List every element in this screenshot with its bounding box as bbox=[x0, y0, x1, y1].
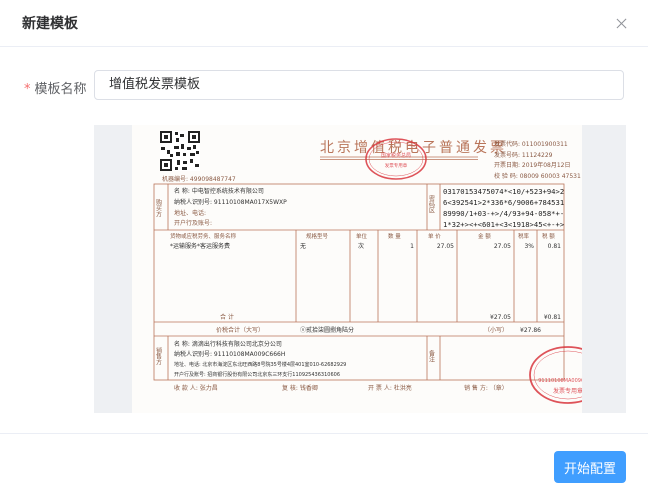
template-name-label-text: 模板名称 bbox=[34, 82, 87, 97]
seller-bank: 开户行及账号: 招商银行股份有限公司北京东三环支行110925436310606 bbox=[174, 371, 340, 378]
col-header: 单位 bbox=[356, 232, 368, 240]
reviewer: 复 核: 钱香卿 bbox=[282, 384, 318, 392]
col-header: 金 额 bbox=[478, 232, 491, 240]
start-config-button[interactable]: 开始配置 bbox=[554, 451, 626, 483]
invoice-check-code: 校 验 码: 08009 60003 47531 55374 bbox=[494, 172, 582, 180]
template-name-label: * 模板名称 bbox=[24, 78, 87, 97]
total-label: 合 计 bbox=[220, 313, 234, 321]
buyer-name: 名 称: 中电智控系统技术有限公司 bbox=[174, 187, 264, 195]
machine-number: 机器编号: 499098487747 bbox=[162, 175, 236, 183]
item-spec: 无 bbox=[300, 243, 306, 250]
col-header: 税率 bbox=[518, 232, 530, 240]
col-header: 税 额 bbox=[542, 232, 555, 240]
item-tax: 0.81 bbox=[548, 243, 562, 250]
buyer-address: 地址、电话: bbox=[174, 209, 206, 217]
dialog-title: 新建模板 bbox=[22, 16, 78, 32]
payee: 收 款 人: 张力昌 bbox=[174, 384, 218, 392]
col-header: 规格型号 bbox=[306, 232, 329, 240]
invoice-date: 开票日期: 2019年08月12日 bbox=[494, 161, 570, 169]
item-price: 27.05 bbox=[437, 243, 454, 250]
item-qty: 1 bbox=[410, 243, 414, 250]
create-template-dialog: 新建模板 * 模板名称 增值税发票模板 北京增值税电子普通发票 发票代码: 01… bbox=[0, 0, 648, 496]
cipher-line: 89990/1+03-+>/4/93+94-058*+- bbox=[443, 209, 564, 218]
invoice-preview: 北京增值税电子普通发票 发票代码: 011001900311 发票号码: 111… bbox=[94, 125, 626, 413]
invoice-svg: 北京增值税电子普通发票 发票代码: 011001900311 发票号码: 111… bbox=[153, 131, 607, 404]
col-header: 数 量 bbox=[388, 232, 401, 240]
item-name: *运输服务*客运服务费 bbox=[170, 242, 230, 250]
seller-side-label: 销售方 bbox=[155, 346, 162, 366]
cipher-label: 密码区 bbox=[428, 194, 435, 213]
seller-tax-id: 纳税人识别号: 91110108MA009C666H bbox=[174, 350, 285, 358]
template-name-row: * 模板名称 bbox=[0, 70, 648, 102]
cipher-line: 6<392541>2*336*6/9006+784531 bbox=[443, 198, 564, 207]
dialog-header: 新建模板 bbox=[0, 0, 648, 47]
required-mark: * bbox=[24, 82, 31, 97]
col-header: 单 价 bbox=[428, 232, 441, 240]
dialog-footer-divider bbox=[0, 433, 648, 434]
cipher-line: 03170153475074*<10/+523+94>2 bbox=[443, 187, 564, 196]
invoice-number: 发票号码: 11124229 bbox=[494, 151, 553, 159]
col-header: 货物或应税劳务、服务名称 bbox=[170, 232, 237, 240]
seller-stamp-bottom-text: 发票专用章 bbox=[553, 387, 582, 395]
total-tax: ¥0.81 bbox=[544, 314, 561, 321]
seller-name: 名 称: 滴滴出行科技有限公司北京分公司 bbox=[174, 340, 282, 348]
item-rate: 3% bbox=[524, 243, 534, 250]
grand-total-label: 价税合计（大写） bbox=[216, 326, 264, 334]
item-amount: 27.05 bbox=[494, 243, 511, 250]
grand-total-words: ⓧ贰拾柒圆捌角陆分 bbox=[300, 326, 354, 334]
seller-stamp: 91110108MA009C666H 发票专用章 bbox=[529, 346, 607, 404]
drawer: 开 票 人: 杜洪亮 bbox=[368, 384, 412, 392]
stamp-top-text: 国家税务总局 bbox=[381, 152, 411, 159]
close-icon[interactable] bbox=[614, 16, 630, 32]
cipher-line: 1*32+><+<601+<3<1918>45<+-+> bbox=[443, 220, 565, 229]
remark-label: 备注 bbox=[428, 349, 435, 363]
grand-small: ¥27.86 bbox=[520, 327, 541, 334]
seller-address: 地址、电话: 北京市海淀区东北旺西路8号院35号楼4层401室010-62682… bbox=[174, 361, 346, 368]
grand-small-label: （小写） bbox=[484, 326, 508, 334]
template-name-input[interactable] bbox=[94, 70, 624, 100]
item-unit: 次 bbox=[358, 242, 364, 250]
invoice-image: 北京增值税电子普通发票 发票代码: 011001900311 发票号码: 111… bbox=[132, 125, 607, 413]
total-amount: ¥27.05 bbox=[490, 314, 511, 321]
invoice-code: 发票代码: 011001900311 bbox=[494, 140, 568, 148]
buyer-side-label: 购买方 bbox=[155, 198, 162, 218]
buyer-bank: 开户行及账号: bbox=[174, 219, 212, 227]
qr-code-icon bbox=[160, 131, 200, 171]
stamp-bottom-text: 发票专用章 bbox=[385, 162, 408, 169]
seller-stamp-id: 91110108MA009C666H bbox=[538, 378, 582, 384]
seller-footer: 销 售 方: （章） bbox=[464, 384, 508, 392]
buyer-tax-id: 纳税人识别号: 91110108MA017X5WXP bbox=[174, 198, 287, 206]
